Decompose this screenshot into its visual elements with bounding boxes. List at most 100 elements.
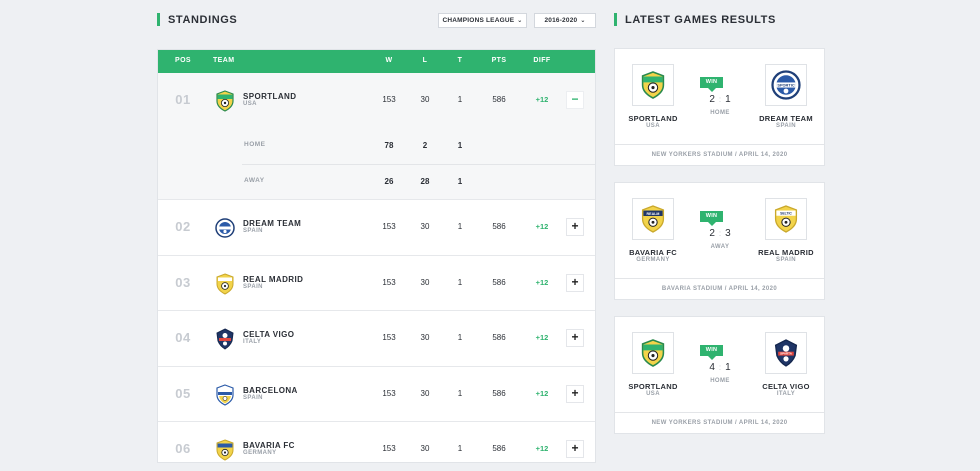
game-result-card[interactable]: SPARTA SPORTLAND USA CELTA VIGO ITALY WI… bbox=[614, 316, 825, 434]
game-result-card[interactable]: REALM SELTIC BAVARIA FC GERMANY REAL MAD… bbox=[614, 182, 825, 300]
collapse-row-button[interactable]: − bbox=[566, 91, 584, 109]
row-diff: +12 bbox=[535, 333, 549, 342]
away-score: 3 bbox=[725, 228, 731, 239]
header-diff: DIFF bbox=[533, 57, 551, 64]
row-detail-home: HOME 78 2 1 bbox=[158, 128, 595, 164]
row-points: 586 bbox=[492, 222, 506, 231]
away-score: 1 bbox=[725, 94, 731, 105]
home-team-country: USA bbox=[646, 391, 660, 397]
table-row[interactable]: 02 DREAM TEAM SPAIN 153 30 1 586 +12 + bbox=[158, 200, 595, 256]
row-points: 586 bbox=[492, 95, 506, 104]
row-ties: 1 bbox=[457, 444, 463, 453]
expand-row-button[interactable]: + bbox=[566, 273, 584, 292]
home-team-crest bbox=[632, 64, 674, 106]
latest-games-title-text: LATEST GAMES RESULTS bbox=[625, 13, 776, 26]
row-losses: 30 bbox=[420, 388, 430, 398]
row-team-name: REAL MADRID bbox=[243, 274, 304, 284]
away-team-country: ITALY bbox=[776, 391, 796, 397]
away-team-crest: SPORTIC bbox=[765, 64, 807, 106]
header-w: W bbox=[385, 57, 393, 64]
chevron-down-icon: ⌄ bbox=[580, 18, 586, 24]
expand-row-button[interactable]: + bbox=[566, 218, 584, 236]
row-team-country: SPAIN bbox=[243, 394, 263, 401]
league-select-value: CHAMPIONS LEAGUE bbox=[442, 17, 515, 24]
chevron-down-icon: ⌄ bbox=[517, 18, 523, 24]
detail-ties: 1 bbox=[457, 141, 463, 150]
detail-wins: 26 bbox=[384, 177, 394, 186]
home-score: 4 bbox=[709, 362, 715, 373]
title-accent-bar bbox=[157, 13, 160, 26]
crest-text: SPARTA bbox=[780, 352, 793, 356]
away-team-country: SPAIN bbox=[776, 123, 796, 129]
shield-logo-icon bbox=[641, 71, 665, 99]
home-team-crest: REALM bbox=[632, 198, 674, 240]
away-team-name: DREAM TEAM bbox=[759, 114, 813, 123]
table-row[interactable]: 06 BAVARIA FC GERMANY 153 30 1 586 +12 + bbox=[158, 422, 595, 471]
row-ties: 1 bbox=[457, 222, 463, 231]
detail-wins: 78 bbox=[384, 141, 394, 150]
crest-text: REALM bbox=[647, 212, 660, 216]
detail-label: AWAY bbox=[244, 177, 265, 184]
table-row[interactable]: 04 CELTA VIGO ITALY 153 30 1 586 +12 + bbox=[158, 311, 595, 367]
standings-title: STANDINGS bbox=[157, 13, 237, 26]
stadium-date: NEW YORKERS STADIUM / APRIL 14, 2020 bbox=[615, 412, 824, 433]
detail-label: HOME bbox=[244, 141, 266, 148]
home-team-country: USA bbox=[646, 123, 660, 129]
crest-text: SPORTIC bbox=[777, 83, 794, 88]
shield-logo-icon: REALM bbox=[641, 205, 665, 233]
venue-label: AWAY bbox=[710, 244, 730, 250]
row-wins: 153 bbox=[382, 95, 396, 104]
venue-label: HOME bbox=[710, 378, 730, 384]
row-ties: 1 bbox=[457, 388, 463, 398]
shield-logo-icon bbox=[641, 339, 665, 367]
away-score: 1 bbox=[725, 362, 731, 373]
crest-text: SELTIC bbox=[780, 212, 792, 216]
venue-label: HOME bbox=[710, 110, 730, 116]
row-team-country: SPAIN bbox=[243, 283, 263, 290]
home-team-crest bbox=[632, 332, 674, 374]
row-position: 05 bbox=[175, 385, 191, 401]
shield-logo-icon: SELTIC bbox=[774, 205, 798, 233]
row-position: 03 bbox=[175, 274, 191, 290]
shield-logo-icon bbox=[215, 272, 235, 295]
table-row[interactable]: 03 REAL MADRID SPAIN 153 30 1 586 +12 + bbox=[158, 256, 595, 311]
row-position: 04 bbox=[175, 330, 191, 345]
game-result-card[interactable]: SPORTIC SPORTLAND USA DREAM TEAM SPAIN W… bbox=[614, 48, 825, 166]
row-detail-away: AWAY 26 28 1 bbox=[158, 164, 595, 200]
detail-losses: 28 bbox=[420, 177, 430, 186]
season-select-value: 2016-2020 bbox=[544, 17, 578, 24]
row-ties: 1 bbox=[457, 277, 463, 287]
title-accent-bar bbox=[614, 13, 617, 26]
row-ties: 1 bbox=[457, 333, 463, 342]
score-separator: : bbox=[718, 229, 722, 238]
table-row[interactable]: 05 BARCELONA SPAIN 153 30 1 586 +12 + bbox=[158, 367, 595, 422]
row-team-name: CELTA VIGO bbox=[243, 330, 295, 339]
expand-row-button[interactable]: + bbox=[566, 384, 584, 403]
score-separator: : bbox=[718, 95, 722, 104]
row-diff: +12 bbox=[535, 95, 549, 104]
row-team-country: ITALY bbox=[243, 339, 262, 345]
row-losses: 30 bbox=[420, 222, 430, 231]
detail-divider bbox=[242, 164, 595, 165]
win-badge: WIN bbox=[700, 345, 723, 360]
shield-logo-icon bbox=[215, 90, 235, 112]
away-team-name: REAL MADRID bbox=[758, 248, 814, 257]
row-losses: 30 bbox=[420, 333, 430, 342]
row-diff: +12 bbox=[535, 222, 549, 231]
expand-row-button[interactable]: + bbox=[566, 329, 584, 347]
row-diff: +12 bbox=[535, 388, 549, 398]
round-logo-icon bbox=[215, 217, 235, 239]
row-team-name: DREAM TEAM bbox=[243, 219, 302, 228]
home-team-name: BAVARIA FC bbox=[629, 248, 677, 257]
expand-row-button[interactable]: + bbox=[566, 440, 584, 458]
home-team-name: SPORTLAND bbox=[628, 114, 678, 123]
home-team-country: GERMANY bbox=[636, 257, 670, 263]
table-row[interactable]: 01 SPORTLAND USA 153 30 1 586 +12 − bbox=[158, 73, 595, 128]
row-team-country: GERMANY bbox=[243, 450, 277, 456]
row-wins: 153 bbox=[382, 388, 396, 398]
row-points: 586 bbox=[492, 388, 506, 398]
shield-logo-icon bbox=[215, 383, 235, 406]
row-position: 06 bbox=[175, 441, 191, 456]
season-select[interactable]: 2016-2020 ⌄ bbox=[534, 13, 596, 28]
league-select[interactable]: CHAMPIONS LEAGUE ⌄ bbox=[438, 13, 527, 28]
